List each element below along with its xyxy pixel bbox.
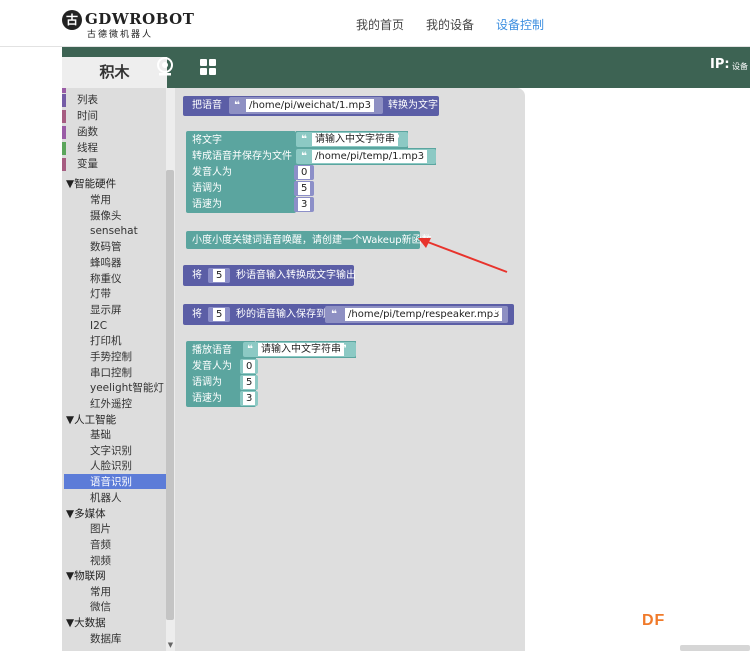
nav-devices[interactable]: 我的设备: [426, 16, 474, 33]
quote-close-icon: ❞: [422, 151, 428, 162]
quote-close-icon: ❞: [394, 134, 400, 145]
toolbox-item[interactable]: sensehat: [90, 224, 138, 238]
block-label: 转成语音并保存为文件: [192, 151, 292, 162]
category-color-bar: [62, 110, 66, 123]
block-label: 把语音: [192, 100, 222, 111]
category-multimedia[interactable]: ▼多媒体: [66, 507, 106, 521]
category-color-bar: [62, 94, 66, 107]
block-label: 播放语音: [192, 345, 232, 356]
block-label: 秒的语音输入保存到: [236, 309, 326, 320]
toolbox-item[interactable]: 图片: [90, 522, 111, 536]
toolbox-item[interactable]: 基础: [90, 428, 111, 442]
toolbox-item[interactable]: I2C: [90, 319, 107, 333]
quote-close-icon: ❞: [369, 100, 375, 111]
toolbox-item[interactable]: 摄像头: [90, 209, 122, 223]
category-color-bar: [62, 126, 66, 139]
quote-open-icon: ❝: [331, 309, 337, 320]
toolbox-item[interactable]: 音频: [90, 538, 111, 552]
tab-blocks[interactable]: 积木: [62, 57, 167, 88]
block-label: 发音人为: [192, 361, 232, 372]
block-label: 语调为: [192, 183, 222, 194]
number-field[interactable]: 0: [243, 360, 256, 373]
toolbox-item[interactable]: 手势控制: [90, 350, 132, 364]
toolbox-item[interactable]: 红外遥控: [90, 397, 132, 411]
category-threads[interactable]: 线程: [77, 141, 98, 155]
nav-home[interactable]: 我的首页: [356, 16, 404, 33]
block-label: 将: [192, 309, 202, 320]
block-label: 将: [192, 270, 202, 281]
toolbox-item[interactable]: 微信: [90, 600, 111, 614]
block-label: 转换为文字: [388, 100, 438, 111]
grid-icon[interactable]: [200, 59, 216, 75]
number-field[interactable]: 3: [298, 198, 311, 211]
block-label: 发音人为: [192, 167, 232, 178]
toolbox-item[interactable]: 打印机: [90, 334, 122, 348]
category-list[interactable]: 列表: [77, 93, 98, 107]
path-field[interactable]: /home/pi/temp/respeaker.mp3: [345, 308, 503, 321]
text-field[interactable]: 请输入中文字符串: [258, 343, 344, 356]
path-field[interactable]: /home/pi/weichat/1.mp3: [246, 99, 374, 112]
text-field[interactable]: 请输入中文字符串: [312, 133, 398, 146]
toolbox-item[interactable]: 称重仪: [90, 272, 122, 286]
category-smart-hardware[interactable]: ▼智能硬件: [66, 177, 116, 191]
horizontal-scrollbar[interactable]: [680, 645, 750, 651]
category-iot[interactable]: ▼物联网: [66, 569, 106, 583]
path-field[interactable]: /home/pi/temp/1.mp3: [312, 150, 428, 163]
block-label: 小度小度关键词语音唤醒，请创建一个Wakeup新函数: [192, 235, 432, 246]
number-field[interactable]: 3: [243, 392, 256, 405]
number-field[interactable]: 5: [243, 376, 256, 389]
category-big-data[interactable]: ▼大数据: [66, 616, 106, 630]
toolbox-item[interactable]: 显示屏: [90, 303, 122, 317]
category-color-bar: [62, 88, 66, 93]
quote-close-icon: ❞: [493, 309, 499, 320]
block-label: 将文字: [192, 135, 222, 146]
category-color-bar: [62, 142, 66, 155]
toolbox-item[interactable]: 常用: [90, 585, 111, 599]
toolbox-item[interactable]: 常用: [90, 193, 111, 207]
logo-name: GDWROBOT: [85, 10, 195, 28]
quote-close-icon: ❞: [341, 344, 347, 355]
seconds-field[interactable]: 5: [213, 269, 226, 282]
toolbox-item-selected[interactable]: 语音识别: [90, 475, 132, 489]
block-label: 秒语音输入转换成文字输出: [236, 270, 356, 281]
toolbox-item[interactable]: 人脸识别: [90, 459, 132, 473]
toolbox-item[interactable]: 蜂鸣器: [90, 256, 122, 270]
toolbox-item[interactable]: 数码管: [90, 240, 122, 254]
category-variables[interactable]: 变量: [77, 157, 98, 171]
toolbox-scrollbar-thumb[interactable]: [166, 170, 174, 620]
logo-mark: 古: [62, 10, 82, 30]
toolbox-item[interactable]: 文字识别: [90, 444, 132, 458]
quote-open-icon: ❝: [234, 100, 240, 111]
block-label: 语速为: [192, 199, 222, 210]
block-toolbox: 列表 时间 函数 线程 变量 ▼智能硬件 常用 摄像头 sensehat 数码管…: [62, 88, 166, 651]
quote-open-icon: ❝: [301, 134, 307, 145]
nav-device-control[interactable]: 设备控制: [496, 16, 544, 33]
logo-subtitle: 古德微机器人: [87, 30, 154, 40]
annotation-arrow-icon: [418, 238, 508, 273]
quote-open-icon: ❝: [247, 344, 253, 355]
category-color-bar: [62, 158, 66, 171]
watermark: DF: [642, 612, 666, 629]
category-ai[interactable]: ▼人工智能: [66, 413, 116, 427]
number-field[interactable]: 0: [298, 166, 311, 179]
ip-value: 设备: [732, 62, 748, 71]
toolbox-item[interactable]: 视频: [90, 554, 111, 568]
toolbox-item[interactable]: yeelight智能灯: [90, 381, 164, 395]
top-navbar: 古 GDWROBOT 古德微机器人 我的首页 我的设备 设备控制: [0, 0, 750, 47]
number-field[interactable]: 5: [298, 182, 311, 195]
seconds-field[interactable]: 5: [213, 308, 226, 321]
quote-open-icon: ❝: [301, 151, 307, 162]
category-time[interactable]: 时间: [77, 109, 98, 123]
scroll-down-arrow-icon[interactable]: ▼: [166, 641, 175, 650]
ip-label: IP:: [710, 57, 730, 72]
toolbox-item[interactable]: 串口控制: [90, 366, 132, 380]
toolbox-item[interactable]: 灯带: [90, 287, 111, 301]
toolbox-item[interactable]: 数据库: [90, 632, 122, 646]
category-functions[interactable]: 函数: [77, 125, 98, 139]
block-label: 语调为: [192, 377, 222, 388]
block-label: 语速为: [192, 393, 222, 404]
toolbox-item[interactable]: 机器人: [90, 491, 122, 505]
webcam-icon[interactable]: [155, 57, 175, 77]
